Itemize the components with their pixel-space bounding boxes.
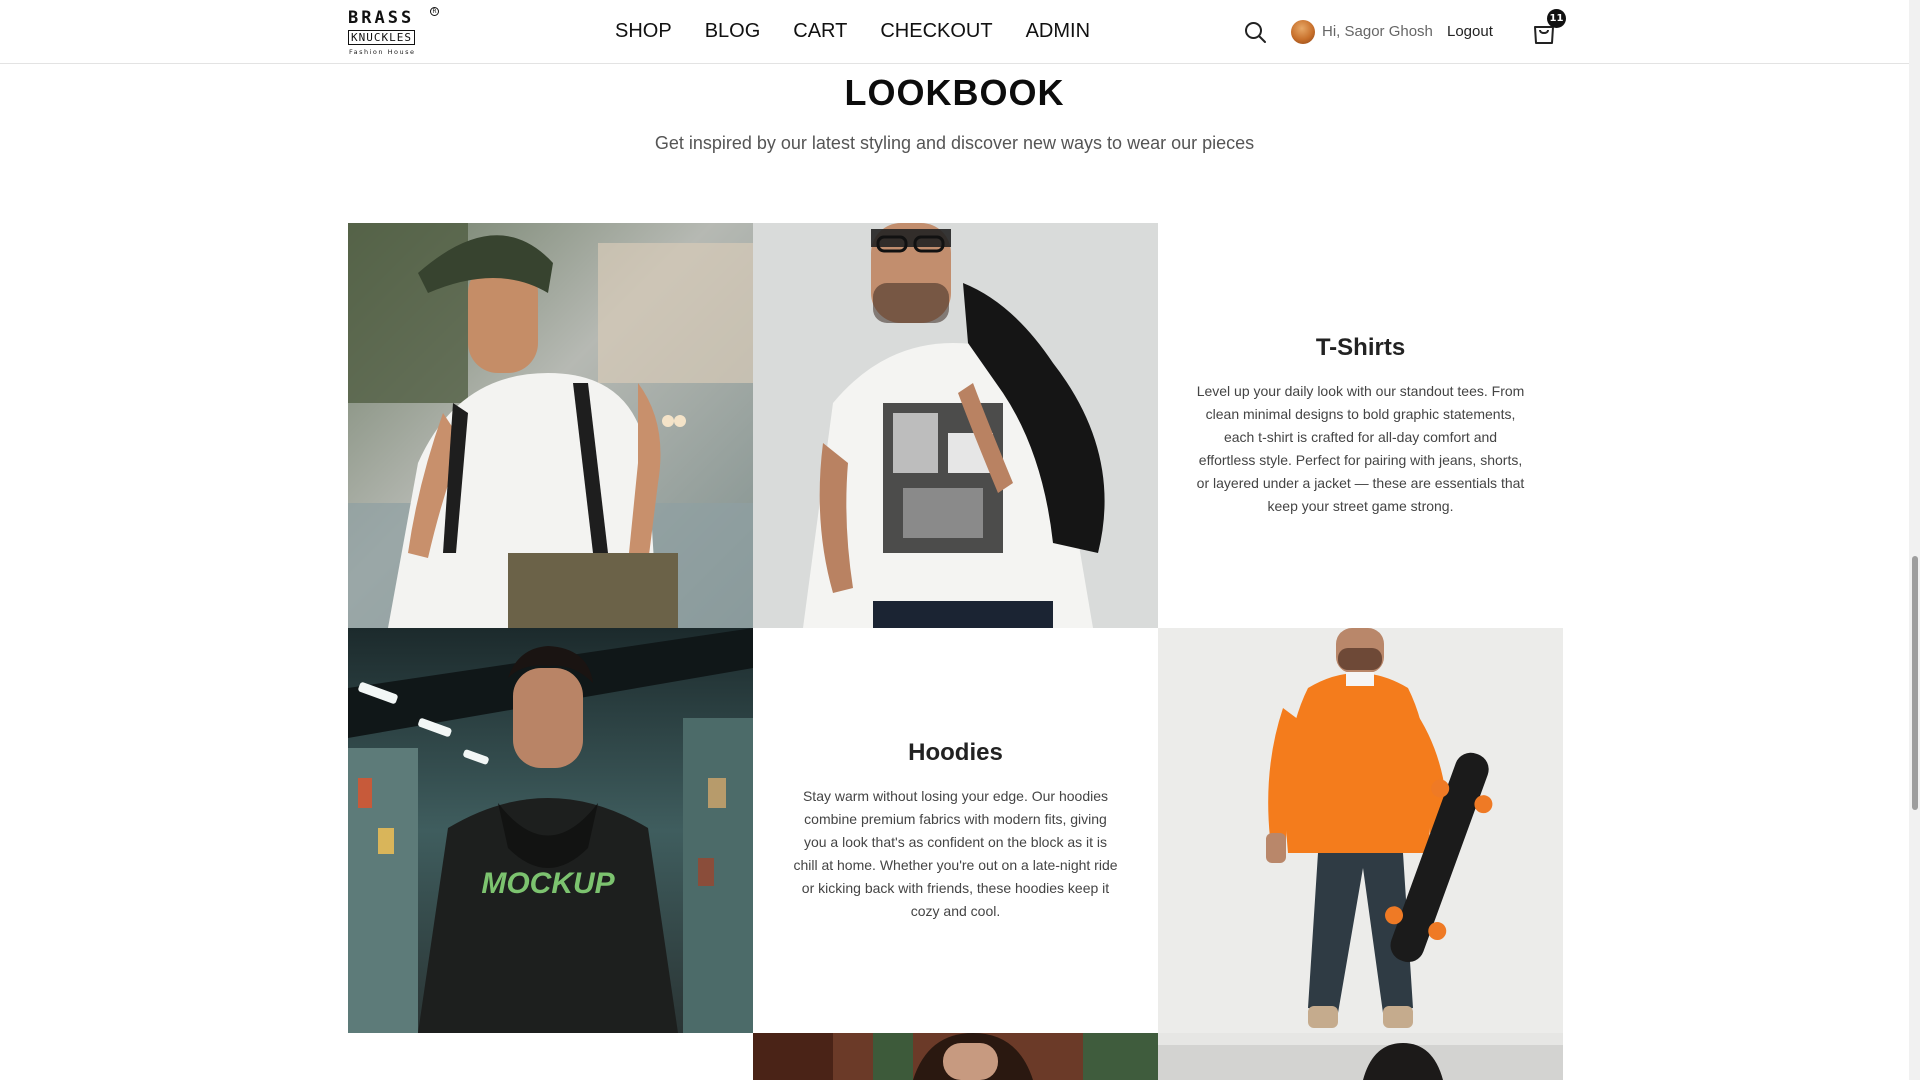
lookbook-photo-hoodie-subway[interactable]: MOCKUP (348, 628, 753, 1033)
hoodie-print-text: MOCKUP (481, 867, 615, 900)
nav-blog[interactable]: BLOG (705, 20, 761, 43)
nav-admin[interactable]: ADMIN (1026, 20, 1090, 43)
brand-logo[interactable]: BRASS R KNUCKLES Fashion House (348, 7, 439, 58)
nav-checkout[interactable]: CHECKOUT (880, 20, 992, 43)
category-title-tshirts: T-Shirts (1315, 333, 1406, 361)
user-avatar[interactable] (1291, 20, 1315, 44)
search-icon[interactable] (1243, 20, 1267, 44)
logo-brass-text: BRASS (348, 8, 415, 28)
logout-link[interactable]: Logout (1447, 23, 1493, 40)
category-card-hoodies: Hoodies Stay warm without losing your ed… (753, 628, 1158, 1033)
scrollbar-thumb[interactable] (1912, 556, 1918, 810)
scrollbar-track[interactable] (1909, 0, 1920, 1080)
category-title-hoodies: Hoodies (908, 738, 1003, 766)
main-nav: SHOP BLOG CART CHECKOUT ADMIN (615, 20, 1090, 43)
logo-tagline: Fashion House (349, 48, 416, 56)
lookbook-title: LOOKBOOK (844, 72, 1065, 113)
lookbook-photo-tshirt-street[interactable] (348, 223, 753, 628)
lookbook-photo-hoodie-orange[interactable] (1158, 628, 1563, 1033)
user-greeting: Hi, Sagor Ghosh (1322, 23, 1433, 40)
nav-cart[interactable]: CART (793, 20, 847, 43)
nav-shop[interactable]: SHOP (615, 20, 672, 43)
category-description-tshirts: Level up your daily look with our stando… (1196, 382, 1525, 514)
lookbook-subtitle: Get inspired by our latest styling and d… (654, 133, 1255, 153)
site-header: BRASS R KNUCKLES Fashion House SHOP BLOG… (0, 0, 1909, 64)
cart-count-badge: 11 (1547, 9, 1566, 28)
lookbook-photo-tshirt-graphic[interactable] (753, 223, 1158, 628)
category-card-tshirts: T-Shirts Level up your daily look with o… (1158, 223, 1563, 628)
logo-knuckles-text: KNUCKLES (348, 30, 415, 45)
lookbook-photo-man-curly[interactable] (1158, 1033, 1563, 1080)
lookbook-photo-woman[interactable] (753, 1033, 1158, 1080)
category-description-hoodies: Stay warm without losing your edge. Our … (793, 787, 1118, 919)
registered-mark: R (430, 7, 439, 16)
